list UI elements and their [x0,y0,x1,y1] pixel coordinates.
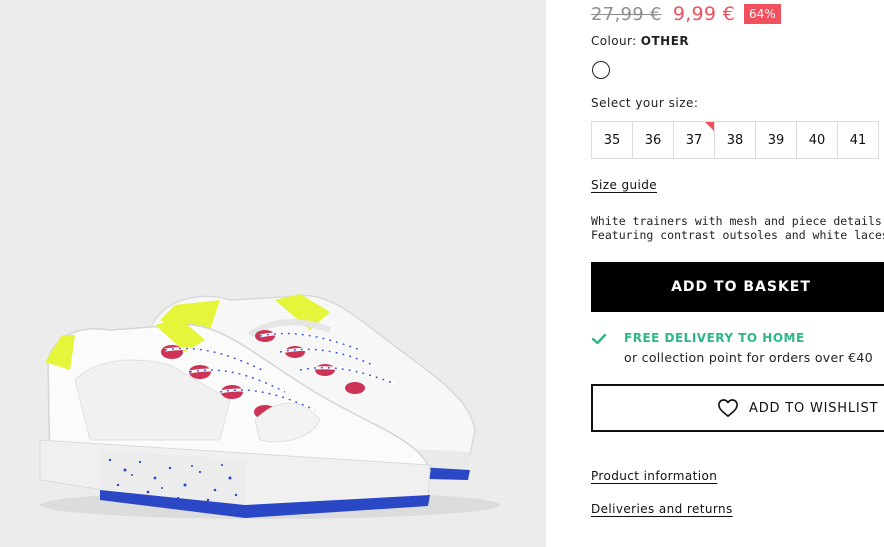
size-option[interactable]: 37 [674,122,715,158]
size-option[interactable]: 38 [715,122,756,158]
colour-swatch[interactable] [592,61,610,79]
price-row: 27,99 € 9,99 € 64% [591,2,781,26]
low-stock-marker [705,122,714,131]
sneaker-illustration [39,294,500,519]
sale-price: 9,99 € [672,3,736,25]
deliveries-returns-link[interactable]: Deliveries and returns [591,502,733,516]
product-image[interactable] [0,0,546,547]
heart-icon [718,399,738,417]
colour-label: Colour: OTHER [591,34,689,48]
size-option-label: 38 [726,132,744,148]
product-details: 27,99 € 9,99 € 64% Colour: OTHER Select … [591,0,884,547]
add-to-wishlist-button[interactable]: ADD TO WISHLIST [591,384,884,432]
check-icon [592,333,606,345]
colour-label-text: Colour: [591,34,637,48]
size-option-label: 37 [685,132,703,148]
size-guide-link[interactable]: Size guide [591,178,657,192]
old-price: 27,99 € [591,3,662,25]
size-label: Select your size: [591,96,699,110]
add-to-basket-button[interactable]: ADD TO BASKET [591,262,884,312]
size-option[interactable]: 36 [633,122,674,158]
size-option-label: 40 [808,132,826,148]
product-information-link[interactable]: Product information [591,469,717,483]
wishlist-label: ADD TO WISHLIST [749,400,879,416]
product-description: White trainers with mesh and piece detai… [591,214,884,242]
size-option-label: 36 [644,132,662,148]
delivery-title: FREE DELIVERY TO HOME [624,331,805,345]
size-option[interactable]: 41 [838,122,878,158]
description-line: Featuring contrast outsoles and white la… [591,228,884,242]
size-option[interactable]: 35 [592,122,633,158]
size-option-label: 41 [849,132,867,148]
size-option[interactable]: 39 [756,122,797,158]
delivery-subtitle: or collection point for orders over €40 [624,350,873,365]
size-selector: 35 36 37 38 39 40 41 [591,121,879,159]
colour-value: OTHER [640,34,690,48]
discount-badge: 64% [744,4,781,24]
description-line: White trainers with mesh and piece detai… [591,214,884,228]
size-option-label: 39 [767,132,785,148]
size-option-label: 35 [603,132,621,148]
size-option[interactable]: 40 [797,122,838,158]
